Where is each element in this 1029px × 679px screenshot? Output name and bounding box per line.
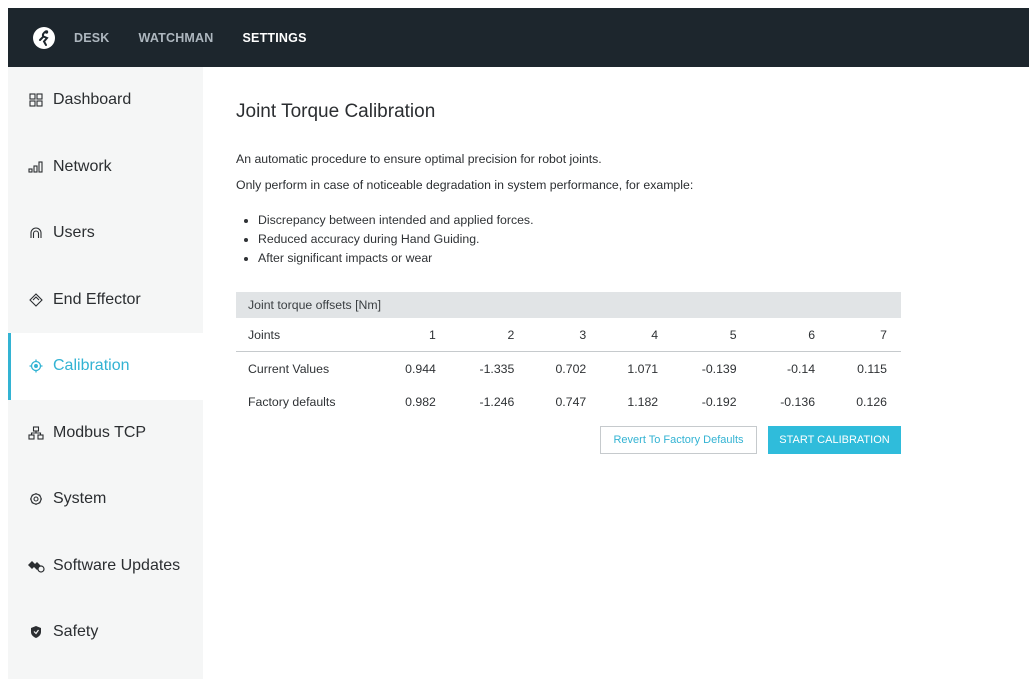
sidebar-item-calibration[interactable]: Calibration xyxy=(8,333,203,400)
table-cell: 0.944 xyxy=(405,361,436,376)
sidebar-item-label: Modbus TCP xyxy=(53,423,147,441)
logo-icon[interactable] xyxy=(33,26,55,49)
sidebar-item-label: Dashboard xyxy=(53,91,132,109)
action-buttons: Revert To Factory Defaults START CALIBRA… xyxy=(600,426,901,454)
column-header: 7 xyxy=(829,318,901,352)
table-row: Factory defaults 0.982 -1.246 0.747 1.18… xyxy=(236,385,901,418)
column-header: 4 xyxy=(600,318,673,352)
sidebar-item-dashboard[interactable]: Dashboard xyxy=(8,67,203,134)
table-row: Current Values 0.944 -1.335 0.702 1.071 … xyxy=(236,352,901,386)
sidebar-item-label: Calibration xyxy=(53,357,130,375)
column-header: 6 xyxy=(750,318,830,352)
gear-icon xyxy=(27,490,45,508)
bullet-list: Discrepancy between intended and applied… xyxy=(236,211,534,268)
table-cell: -0.192 xyxy=(701,394,737,409)
list-item: Discrepancy between intended and applied… xyxy=(258,211,534,230)
software-updates-icon xyxy=(27,557,45,575)
revert-to-factory-defaults-button[interactable]: Revert To Factory Defaults xyxy=(600,426,757,454)
main-nav: DESK WATCHMAN SETTINGS xyxy=(74,31,336,45)
sidebar-item-software-updates[interactable]: Software Updates xyxy=(8,533,203,600)
table-cell: 1.182 xyxy=(627,394,659,409)
start-calibration-button[interactable]: START CALIBRATION xyxy=(768,426,901,454)
network-icon xyxy=(27,158,45,176)
sidebar-item-users[interactable]: Users xyxy=(8,200,203,267)
column-header: Joints xyxy=(236,318,378,352)
row-label: Factory defaults xyxy=(248,394,336,409)
table-caption: Joint torque offsets [Nm] xyxy=(236,292,901,318)
users-icon xyxy=(27,224,45,242)
table-cell: 0.747 xyxy=(555,394,587,409)
sidebar-item-label: Users xyxy=(53,224,95,242)
table-cell: -0.136 xyxy=(780,394,816,409)
list-item: After significant impacts or wear xyxy=(258,249,534,268)
sidebar-item-network[interactable]: Network xyxy=(8,134,203,201)
table-cell: 0.982 xyxy=(405,394,436,409)
nav-watchman[interactable]: WATCHMAN xyxy=(139,31,214,45)
table-header-row: Joints 1 2 3 4 5 6 7 xyxy=(236,318,901,352)
column-header: 2 xyxy=(449,318,529,352)
table-cell: 0.115 xyxy=(857,361,887,376)
sidebar-item-label: Software Updates xyxy=(53,556,181,574)
sidebar-item-system[interactable]: System xyxy=(8,466,203,533)
column-header: 5 xyxy=(672,318,751,352)
table-cell: -0.139 xyxy=(701,361,737,376)
sidebar-item-label: End Effector xyxy=(53,290,141,308)
column-header: 3 xyxy=(528,318,601,352)
sidebar-item-modbus-tcp[interactable]: Modbus TCP xyxy=(8,400,203,467)
sidebar-item-end-effector[interactable]: End Effector xyxy=(8,267,203,334)
sidebar-item-safety[interactable]: Safety xyxy=(8,599,203,666)
table-cell: 0.126 xyxy=(856,394,887,409)
table-cell: 1.071 xyxy=(627,361,659,376)
description-line-2: Only perform in case of noticeable degra… xyxy=(236,178,694,192)
table-cell: 0.702 xyxy=(555,361,587,376)
shield-icon xyxy=(27,623,45,641)
list-item: Reduced accuracy during Hand Guiding. xyxy=(258,230,534,249)
sidebar-item-label: Network xyxy=(53,157,112,175)
sidebar-item-label: System xyxy=(53,490,107,508)
table-cell: -1.246 xyxy=(479,394,515,409)
column-header: 1 xyxy=(378,318,450,352)
dashboard-icon xyxy=(27,91,45,109)
sidebar: Dashboard Network Users End Effector Cal… xyxy=(8,67,203,679)
modbus-icon xyxy=(27,424,45,442)
table-cell: -1.335 xyxy=(479,361,515,376)
table-cell: -0.14 xyxy=(787,361,816,376)
nav-settings[interactable]: SETTINGS xyxy=(243,31,307,45)
nav-desk[interactable]: DESK xyxy=(74,31,110,45)
sidebar-item-label: Safety xyxy=(53,623,99,641)
end-effector-icon xyxy=(27,291,45,309)
top-bar: DESK WATCHMAN SETTINGS xyxy=(8,8,1029,67)
description-line-1: An automatic procedure to ensure optimal… xyxy=(236,152,602,166)
calibration-icon xyxy=(27,357,45,375)
page-title: Joint Torque Calibration xyxy=(236,101,436,122)
joint-torque-offsets-table: Joint torque offsets [Nm] Joints 1 2 3 4… xyxy=(236,292,901,418)
row-label: Current Values xyxy=(248,361,330,376)
